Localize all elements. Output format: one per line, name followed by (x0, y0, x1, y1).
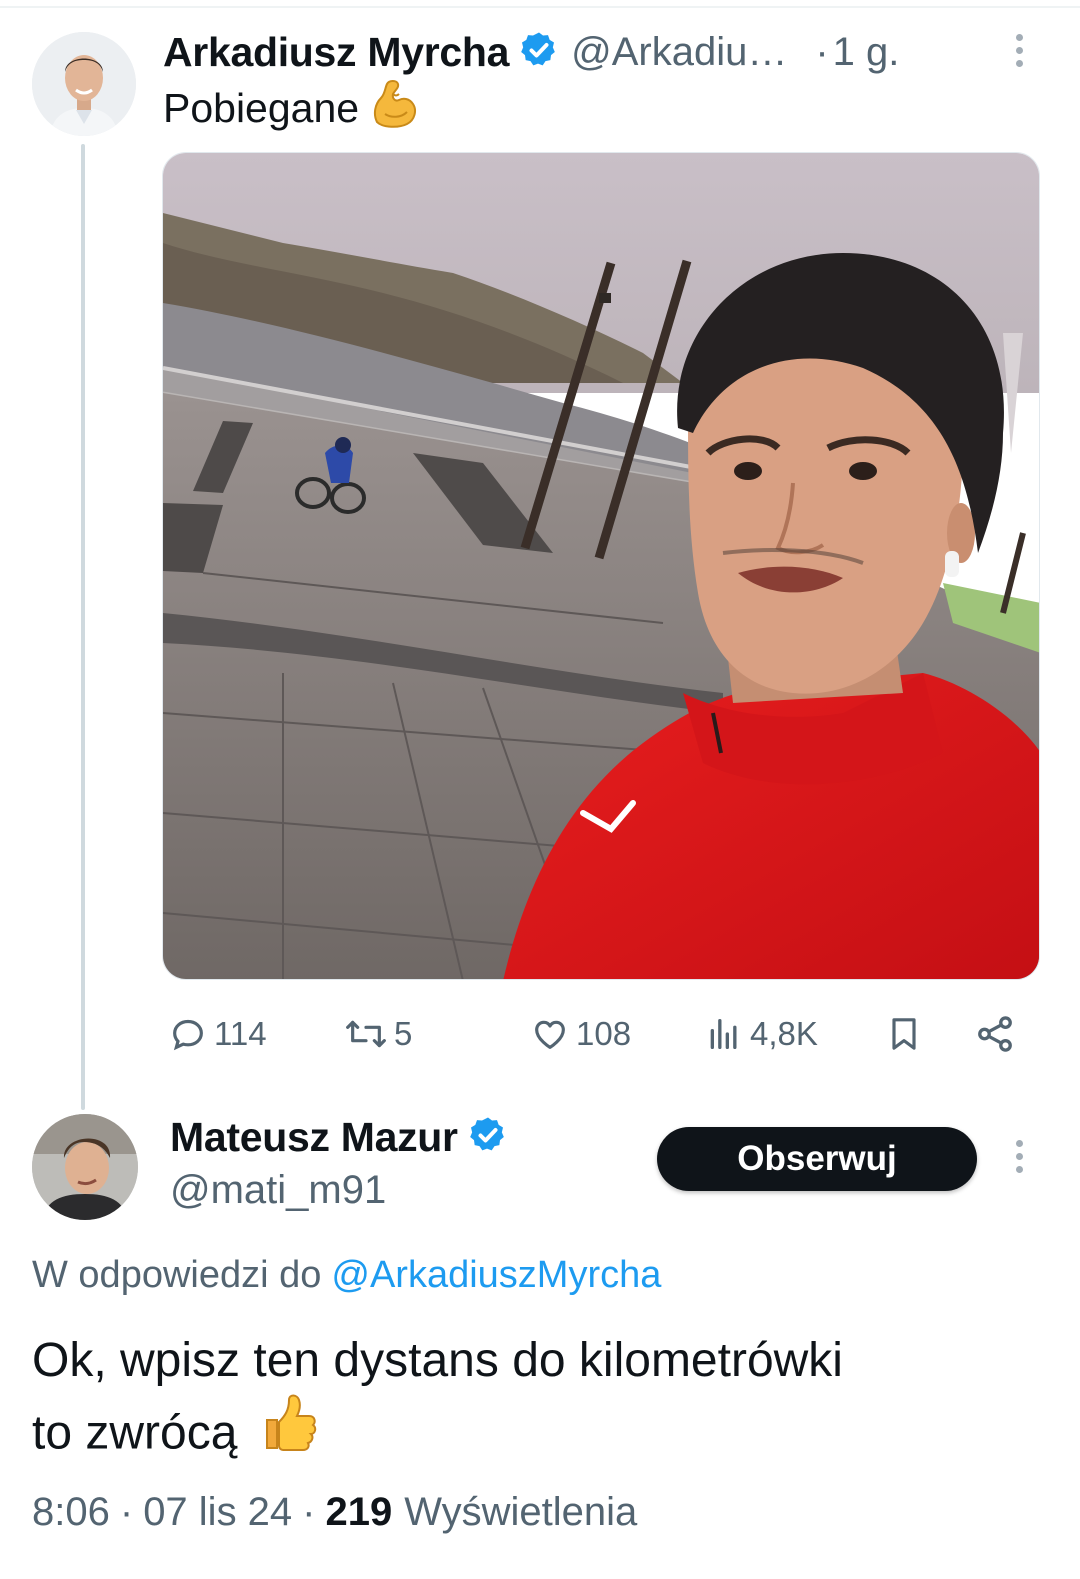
reply-views-label: Wyświetlenia (404, 1489, 638, 1534)
meta-separator-1: · (119, 1489, 134, 1534)
reply-views-count[interactable]: 219 (326, 1490, 393, 1535)
parent-tweet-text-content: Pobiegane (163, 84, 360, 131)
reply-date[interactable]: 07 lis 24 (143, 1490, 292, 1535)
thread-connector-line (81, 144, 85, 1110)
avatar-arkadiusz-myrcha[interactable] (32, 32, 136, 136)
tweet-action-bar: 114 5 108 4,8K (162, 1002, 1040, 1066)
share-icon (978, 1016, 1012, 1052)
bookmark-icon (892, 1018, 916, 1050)
time-separator: · (815, 29, 829, 74)
reply-author-row: Mateusz Mazur (170, 1108, 508, 1166)
replying-to-prefix: W odpowiedzi do (32, 1253, 322, 1296)
views-count: 4,8K (750, 1015, 818, 1052)
parent-author-handle[interactable]: @Arkadiu… (571, 30, 787, 75)
reply-count: 114 (214, 1015, 267, 1052)
like-count: 108 (576, 1015, 632, 1052)
parent-tweet-text: Pobiegane (163, 80, 419, 134)
replying-to-line: W odpowiedzi do @ArkadiuszMyrcha (32, 1250, 661, 1300)
reply-time[interactable]: 8:06 (32, 1490, 110, 1535)
retweet-action[interactable]: 5 (344, 1002, 412, 1066)
reply-text-line-2-wrapper: to zwrócą (32, 1394, 1042, 1466)
reply-text-line-1: Ok, wpisz ten dystans do kilometrówki (32, 1334, 843, 1387)
top-divider (0, 6, 1080, 8)
reply-icon (173, 1019, 203, 1051)
reply-more-options-icon[interactable] (1008, 1140, 1030, 1180)
meta-separator-2: · (302, 1489, 316, 1534)
reply-author-handle[interactable]: @mati_m91 (170, 1164, 386, 1216)
verified-badge-icon (468, 1115, 508, 1160)
views-action[interactable]: 4,8K (704, 1002, 818, 1066)
retweet-count: 5 (394, 1015, 413, 1052)
views-chart-icon (710, 1019, 737, 1049)
parent-tweet-header: Arkadiusz Myrcha @Arkadiu… · 1 g. (163, 24, 899, 80)
heart-icon (535, 1020, 565, 1049)
like-action[interactable]: 108 (530, 1002, 631, 1066)
flexed-biceps-icon (371, 78, 419, 138)
parent-author-name[interactable]: Arkadiusz Myrcha (163, 29, 509, 76)
thumbs-up-icon (259, 1392, 317, 1472)
parent-tweet-time[interactable]: 1 g. (833, 30, 900, 75)
retweet-icon (346, 1020, 386, 1048)
bookmark-action[interactable] (884, 1002, 924, 1066)
follow-button[interactable]: Obserwuj (657, 1127, 977, 1191)
reply-tweet-text: Ok, wpisz ten dystans do kilometrówki to… (32, 1326, 1042, 1466)
share-action[interactable] (974, 1002, 1016, 1066)
reply-meta-line: 8:06 · 07 lis 24 · 219 Wyświetlenia (32, 1484, 637, 1540)
reply-action[interactable]: 114 (168, 1002, 267, 1066)
reply-author-name[interactable]: Mateusz Mazur (170, 1114, 458, 1161)
replying-to-mention-link[interactable]: @ArkadiuszMyrcha (331, 1254, 661, 1297)
avatar-mateusz-mazur[interactable] (32, 1114, 138, 1220)
reply-text-line-2: to zwrócą (32, 1406, 238, 1460)
verified-badge-icon (519, 30, 559, 75)
parent-more-options-icon[interactable] (1008, 34, 1030, 74)
tweet-photo[interactable] (162, 152, 1040, 980)
